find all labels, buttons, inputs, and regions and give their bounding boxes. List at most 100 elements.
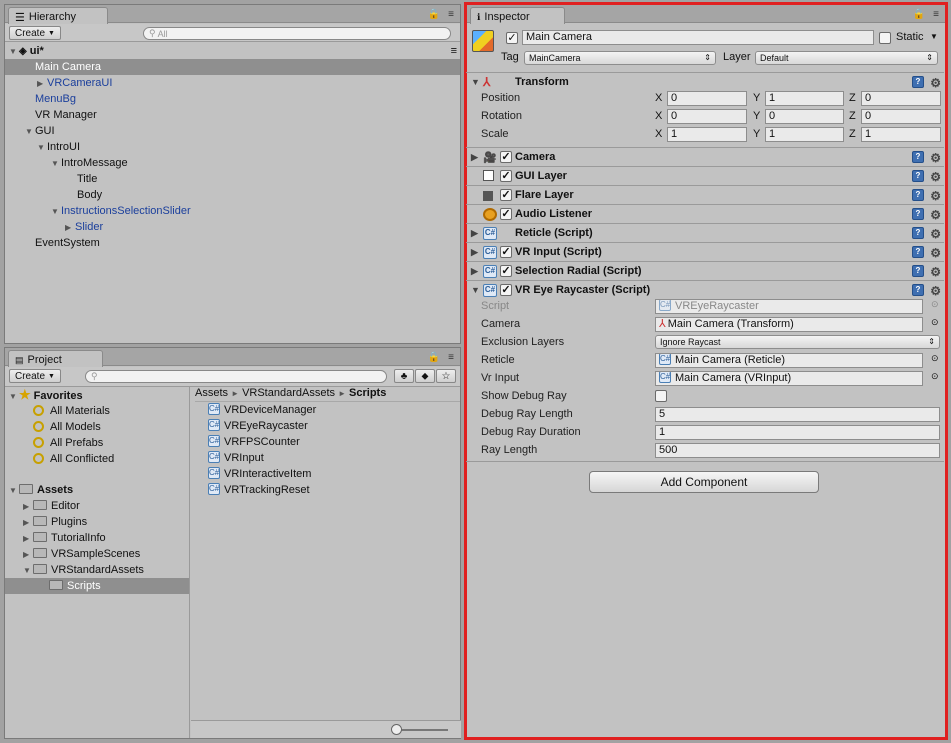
panel-menu-icon[interactable]: ≡ [448, 352, 454, 363]
active-checkbox[interactable]: ✓ [506, 32, 518, 44]
collapse-icon[interactable]: ▶ [471, 148, 478, 166]
expand-icon[interactable]: ▼ [23, 563, 33, 579]
tab-inspector[interactable]: ℹ Inspector [470, 7, 565, 24]
component-transform[interactable]: ▼ ⅄ Transform ? ⚙ [466, 72, 944, 91]
component-vr-input-script[interactable]: ▶ C# ✓ VR Input (Script) ? ⚙ [466, 242, 944, 261]
gear-icon[interactable]: ⚙ [930, 168, 941, 186]
favorites-row[interactable]: ▼ ★ Favorites [9, 387, 83, 403]
object-picker-icon[interactable]: ⊙ [931, 353, 939, 364]
gear-icon[interactable]: ⚙ [930, 206, 941, 224]
scale-y-field[interactable]: 1 [765, 127, 844, 142]
hierarchy-item-intro-ui[interactable]: ▼ IntroUI [37, 139, 80, 155]
file-item[interactable]: C# VREyeRaycaster [208, 418, 308, 434]
hierarchy-item-intro-message[interactable]: ▼ IntroMessage [51, 155, 128, 171]
audio-listener-enabled-checkbox[interactable]: ✓ [500, 208, 512, 220]
breadcrumb-assets[interactable]: Assets [195, 387, 228, 399]
file-item[interactable]: C# VRInteractiveItem [208, 466, 311, 482]
collapse-icon[interactable]: ▶ [23, 499, 33, 515]
file-item[interactable]: C# VRFPSCounter [208, 434, 300, 450]
component-reticle-script[interactable]: ▶ C# Reticle (Script) ? ⚙ [466, 223, 944, 242]
folder-vrstandardassets[interactable]: ▼ VRStandardAssets [23, 562, 144, 578]
help-icon[interactable]: ? [912, 208, 924, 220]
collapse-icon[interactable]: ▶ [23, 531, 33, 547]
collapse-icon[interactable]: ▶ [65, 220, 75, 236]
gear-icon[interactable]: ⚙ [930, 244, 941, 262]
scene-menu-icon[interactable]: ≡ [451, 43, 457, 59]
expand-icon[interactable]: ▼ [37, 140, 47, 156]
folder-plugins[interactable]: ▶ Plugins [23, 514, 87, 530]
scale-z-field[interactable]: 1 [861, 127, 941, 142]
expand-icon[interactable]: ▼ [9, 389, 19, 405]
object-picker-icon[interactable]: ⊙ [931, 317, 939, 328]
collapse-icon[interactable]: ▶ [471, 224, 478, 242]
debug-ray-duration-field[interactable]: 1 [655, 425, 940, 440]
favorite-item-prefabs[interactable]: All Prefabs [33, 435, 103, 451]
rotation-z-field[interactable]: 0 [861, 109, 941, 124]
object-picker-icon[interactable]: ⊙ [931, 299, 939, 310]
collapse-icon[interactable]: ▶ [471, 262, 478, 280]
position-y-field[interactable]: 1 [765, 91, 844, 106]
scene-row[interactable]: ▼ ◈ ui* ≡ [9, 43, 459, 59]
debug-ray-length-field[interactable]: 5 [655, 407, 940, 422]
object-picker-icon[interactable]: ⊙ [931, 371, 939, 382]
project-search-input[interactable]: ⚲ [85, 370, 387, 383]
gear-icon[interactable]: ⚙ [930, 263, 941, 281]
gear-icon[interactable]: ⚙ [930, 187, 941, 205]
expand-icon[interactable]: ▼ [471, 281, 480, 299]
collapse-icon[interactable]: ▶ [471, 243, 478, 261]
gear-icon[interactable]: ⚙ [930, 225, 941, 243]
hierarchy-item-slider[interactable]: ▶ Slider [65, 219, 103, 235]
lock-icon[interactable]: 🔒 [428, 352, 440, 363]
collapse-icon[interactable]: ▶ [23, 515, 33, 531]
help-icon[interactable]: ? [912, 76, 924, 88]
expand-icon[interactable]: ▼ [9, 44, 19, 60]
ray-length-field[interactable]: 500 [655, 443, 940, 458]
hierarchy-item-title[interactable]: Title [77, 171, 97, 187]
vr-eye-raycaster-enabled-checkbox[interactable]: ✓ [500, 284, 512, 296]
gear-icon[interactable]: ⚙ [930, 74, 941, 92]
lock-icon[interactable]: 🔒 [428, 9, 440, 20]
folder-tutorialinfo[interactable]: ▶ TutorialInfo [23, 530, 106, 546]
tab-project[interactable]: ▤ Project [8, 350, 103, 367]
position-x-field[interactable]: 0 [667, 91, 747, 106]
static-checkbox[interactable] [879, 32, 891, 44]
rotation-y-field[interactable]: 0 [765, 109, 844, 124]
hierarchy-item-vrcamera-ui[interactable]: ▶ VRCameraUI [37, 75, 112, 91]
component-vr-eye-raycaster-script[interactable]: ▼ C# ✓ VR Eye Raycaster (Script) ? ⚙ [466, 280, 944, 299]
file-item[interactable]: C# VRTrackingReset [208, 482, 310, 498]
icon-size-slider-handle[interactable] [391, 724, 402, 735]
folder-editor[interactable]: ▶ Editor [23, 498, 80, 514]
hierarchy-item-menu-bg[interactable]: MenuBg [35, 91, 76, 107]
panel-menu-icon[interactable]: ≡ [933, 9, 939, 20]
expand-icon[interactable]: ▼ [9, 483, 19, 499]
panel-menu-icon[interactable]: ≡ [448, 9, 454, 20]
scale-x-field[interactable]: 1 [667, 127, 747, 142]
vr-input-field[interactable]: C# Main Camera (VRInput) [655, 371, 923, 386]
project-create-button[interactable]: Create ▼ [9, 369, 61, 383]
file-item[interactable]: C# VRDeviceManager [208, 402, 316, 418]
object-name-input[interactable]: Main Camera [522, 30, 874, 45]
tab-hierarchy[interactable]: ☰ Hierarchy [8, 7, 108, 24]
tag-dropdown[interactable]: MainCamera ⇕ [524, 51, 716, 65]
help-icon[interactable]: ? [912, 189, 924, 201]
flare-layer-enabled-checkbox[interactable]: ✓ [500, 189, 512, 201]
hierarchy-item-event-system[interactable]: EventSystem [35, 235, 100, 251]
file-item[interactable]: C# VRInput [208, 450, 264, 466]
collapse-icon[interactable]: ▶ [37, 76, 47, 92]
hierarchy-search-input[interactable]: ⚲ All [143, 27, 451, 40]
selection-radial-enabled-checkbox[interactable]: ✓ [500, 265, 512, 277]
hierarchy-item-body[interactable]: Body [77, 187, 102, 203]
expand-icon[interactable]: ▼ [51, 204, 61, 220]
add-component-button[interactable]: Add Component [589, 471, 819, 493]
component-gui-layer[interactable]: ✓ GUI Layer ? ⚙ [466, 166, 944, 185]
component-camera[interactable]: ▶ 🎥 ✓ Camera ? ⚙ [466, 147, 944, 166]
expand-icon[interactable]: ▼ [25, 124, 35, 140]
layer-dropdown[interactable]: Default ⇕ [755, 51, 938, 65]
vr-input-enabled-checkbox[interactable]: ✓ [500, 246, 512, 258]
help-icon[interactable]: ? [912, 170, 924, 182]
position-z-field[interactable]: 0 [861, 91, 941, 106]
exclusion-layers-dropdown[interactable]: Ignore Raycast ⇕ [655, 335, 940, 349]
help-icon[interactable]: ? [912, 246, 924, 258]
gui-layer-enabled-checkbox[interactable]: ✓ [500, 170, 512, 182]
component-audio-listener[interactable]: ✓ Audio Listener ? ⚙ [466, 204, 944, 223]
